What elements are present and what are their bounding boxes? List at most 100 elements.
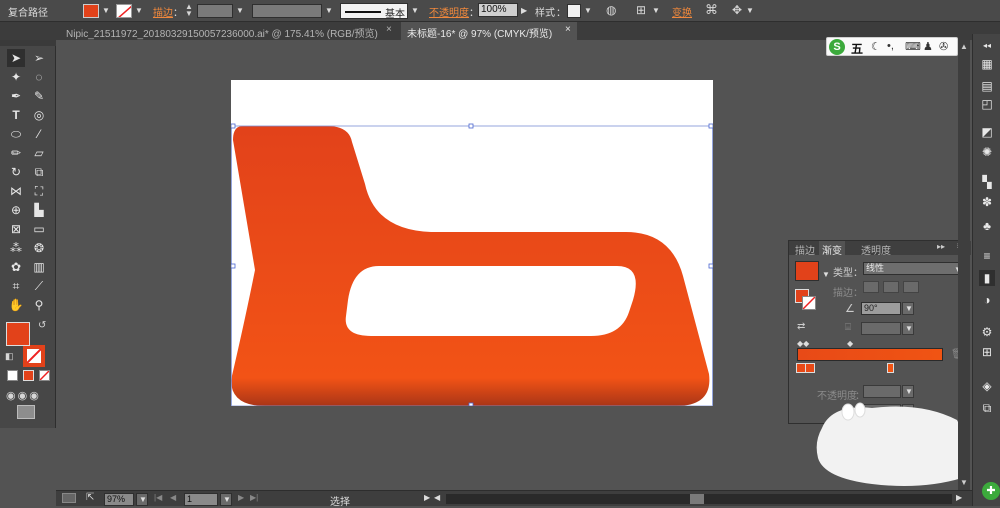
scroll-down-icon[interactable]: ▼ bbox=[960, 478, 968, 487]
angle-dropdown-button[interactable]: ▼ bbox=[902, 302, 914, 315]
curvature-tool-icon[interactable]: ✎ bbox=[30, 87, 48, 105]
stroke-mini-swatch[interactable] bbox=[802, 296, 816, 310]
brushes-panel-icon[interactable]: ✺ bbox=[979, 144, 995, 160]
gradient-slider-bar[interactable] bbox=[797, 348, 943, 361]
vertical-scrollbar[interactable]: ▲ ▼ bbox=[958, 40, 970, 490]
variable-width-dropdown[interactable] bbox=[252, 4, 322, 18]
pencil-tool-icon[interactable]: ✏ bbox=[7, 144, 25, 162]
hand-tool-icon[interactable]: ✋ bbox=[7, 296, 25, 314]
horizontal-scrollbar-thumb[interactable] bbox=[690, 494, 704, 504]
align-panel-icon[interactable]: ⊞ bbox=[979, 344, 995, 360]
stroke-along-button[interactable] bbox=[883, 281, 899, 293]
tab-gradient[interactable]: 渐变 bbox=[819, 241, 845, 257]
chevron-down-icon[interactable]: ▼ bbox=[325, 6, 333, 15]
arrange-icon[interactable]: ✥ bbox=[732, 3, 742, 17]
gradient-stop-left-2[interactable] bbox=[805, 363, 815, 373]
brush-definition-dropdown[interactable]: 基本 bbox=[340, 3, 408, 20]
tab-document-untitled[interactable]: 未标题-16* @ 97% (CMYK/预览) × bbox=[401, 22, 577, 40]
transparency-panel-icon[interactable]: ◑ bbox=[979, 292, 995, 308]
isolate-icon[interactable]: ⌘ bbox=[705, 2, 718, 18]
document-status-icon[interactable] bbox=[62, 493, 76, 503]
transform-label[interactable]: 变换 bbox=[672, 4, 692, 19]
ime-floating-logo-icon[interactable]: ✚ bbox=[982, 482, 1000, 500]
tab-document-nipic[interactable]: Nipic_21511972_20180329150057236000.ai* … bbox=[60, 22, 400, 40]
share-icon[interactable]: ⇱ bbox=[86, 492, 94, 503]
blend-tool-icon[interactable]: ❂ bbox=[30, 239, 48, 257]
selection-tool-icon[interactable]: ➤ bbox=[7, 49, 25, 67]
ime-logo-icon[interactable]: S bbox=[829, 39, 845, 55]
eraser-tool-icon[interactable]: ▱ bbox=[30, 144, 48, 162]
gradient-preview-swatch[interactable] bbox=[795, 261, 819, 281]
paintbrush-tool-icon[interactable]: ⁄ bbox=[30, 125, 48, 143]
column-graph-tool-icon[interactable]: ▥ bbox=[30, 258, 48, 276]
slice-tool-icon[interactable]: ⟋ bbox=[30, 277, 48, 295]
draw-mode-icon[interactable]: ◉◉◉ bbox=[6, 389, 41, 402]
ime-mode-label[interactable]: 五 bbox=[851, 40, 863, 57]
screen-mode-icon[interactable] bbox=[17, 405, 35, 419]
scroll-right-icon[interactable]: ▶ bbox=[956, 493, 962, 502]
default-colors-icon[interactable]: ◧ bbox=[5, 351, 14, 362]
magic-wand-tool-icon[interactable]: ✦ bbox=[7, 68, 25, 86]
stroke-color-box[interactable] bbox=[23, 345, 45, 367]
scroll-up-icon[interactable]: ▲ bbox=[960, 42, 968, 51]
status-menu-arrow[interactable]: ▶ bbox=[424, 493, 430, 502]
fill-swatch[interactable] bbox=[83, 4, 99, 18]
spiral-tool-icon[interactable]: ◎ bbox=[30, 106, 48, 124]
layers-panel-icon[interactable]: ◈ bbox=[979, 378, 995, 394]
tab-transparency[interactable]: 透明度 bbox=[861, 242, 891, 257]
user-icon[interactable]: ♟ bbox=[923, 40, 933, 53]
opacity-label[interactable]: 不透明度 bbox=[429, 4, 469, 19]
swap-fill-stroke-icon[interactable]: ↺ bbox=[38, 320, 46, 331]
transform-panel-icon[interactable]: ⚙ bbox=[979, 324, 995, 340]
chevron-down-icon[interactable]: ▼ bbox=[236, 6, 244, 15]
horizontal-scrollbar-track[interactable] bbox=[446, 494, 952, 504]
panel-collapse-icon[interactable]: ▸▸ bbox=[937, 242, 945, 251]
shape-builder-tool-icon[interactable]: ⊕ bbox=[7, 201, 25, 219]
bounding-handle[interactable] bbox=[231, 123, 236, 129]
symbols-panel-icon[interactable]: ▚ bbox=[979, 174, 995, 190]
eyedropper-tool-icon[interactable]: ⁂ bbox=[7, 239, 25, 257]
chevron-down-icon[interactable]: ▼ bbox=[822, 270, 830, 279]
perspective-grid-tool-icon[interactable]: ⊠ bbox=[7, 220, 25, 238]
first-artboard-icon[interactable]: |◀ bbox=[154, 493, 162, 502]
artboard-number-input[interactable]: 1 bbox=[184, 493, 218, 506]
appearance-panel-icon[interactable]: ♣ bbox=[979, 218, 995, 234]
none-mode-icon[interactable] bbox=[39, 370, 50, 381]
color-mode-icon[interactable] bbox=[7, 370, 18, 381]
stroke-stepper[interactable]: ▲ ▼ bbox=[185, 3, 193, 18]
gradient-panel-icon[interactable]: ▮ bbox=[979, 270, 995, 286]
chevron-down-icon[interactable]: ▼ bbox=[135, 6, 143, 15]
gradient-stop-right[interactable] bbox=[887, 363, 894, 373]
recolor-icon[interactable]: ◍ bbox=[606, 3, 616, 17]
stroke-weight-field[interactable] bbox=[197, 4, 233, 18]
opacity-input[interactable]: 100% bbox=[478, 3, 518, 17]
align-icon[interactable]: ⊞ bbox=[636, 3, 646, 17]
chevron-right-icon[interactable]: ▶ bbox=[521, 6, 527, 15]
graphic-styles-panel-icon[interactable]: ✽ bbox=[979, 194, 995, 210]
gradient-type-select[interactable]: 线性 ▼ bbox=[863, 262, 965, 275]
ellipse-tool-icon[interactable]: ⬭ bbox=[7, 125, 25, 143]
swatches-panel-icon[interactable]: ◩ bbox=[979, 124, 995, 140]
bounding-handle[interactable] bbox=[708, 123, 713, 129]
stroke-within-button[interactable] bbox=[863, 281, 879, 293]
bounding-handle[interactable] bbox=[708, 263, 713, 269]
zoom-tool-icon[interactable]: ⚲ bbox=[30, 296, 48, 314]
scroll-left-icon[interactable]: ◀ bbox=[434, 493, 440, 502]
type-tool-icon[interactable]: T bbox=[7, 106, 25, 124]
tab-stroke[interactable]: 描边 bbox=[795, 242, 815, 257]
symbol-sprayer-tool-icon[interactable]: ✿ bbox=[7, 258, 25, 276]
direct-selection-tool-icon[interactable]: ➢ bbox=[30, 49, 48, 67]
chevron-down-icon[interactable]: ▼ bbox=[411, 6, 419, 15]
previous-artboard-icon[interactable]: ◀ bbox=[170, 493, 176, 502]
compound-path-art[interactable] bbox=[231, 80, 713, 406]
chevron-down-icon[interactable]: ▼ bbox=[102, 6, 110, 15]
gradient-tool-icon[interactable]: ▭ bbox=[30, 220, 48, 238]
chevron-down-icon[interactable]: ▼ bbox=[746, 6, 754, 15]
stroke-panel-icon[interactable]: ≡ bbox=[979, 248, 995, 264]
close-icon[interactable]: × bbox=[565, 24, 571, 35]
artboard-tool-icon[interactable]: ⌗ bbox=[7, 277, 25, 295]
bounding-handle[interactable] bbox=[468, 123, 474, 129]
live-paint-tool-icon[interactable]: ▙ bbox=[30, 201, 48, 219]
moon-icon[interactable]: ☾ bbox=[871, 40, 881, 53]
stroke-swatch[interactable] bbox=[116, 4, 132, 18]
